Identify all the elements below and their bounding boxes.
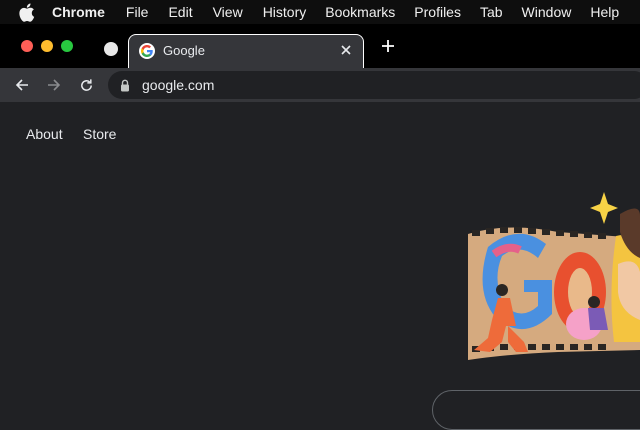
store-link[interactable]: Store [83, 126, 116, 142]
pinned-tab[interactable] [104, 42, 118, 56]
google-homepage: About Store [0, 102, 640, 430]
menu-history[interactable]: History [263, 4, 307, 20]
new-tab-plus-icon[interactable] [378, 36, 398, 56]
back-arrow-icon[interactable] [12, 75, 32, 95]
tab-google[interactable]: Google [128, 34, 364, 68]
search-box[interactable] [432, 390, 640, 430]
menu-file[interactable]: File [126, 4, 149, 20]
menu-view[interactable]: View [213, 4, 243, 20]
url-text[interactable]: google.com [142, 77, 214, 93]
tab-strip: Google [0, 24, 640, 68]
lock-icon[interactable] [120, 79, 130, 92]
reload-icon[interactable] [76, 75, 96, 95]
google-favicon-icon [139, 43, 155, 59]
menu-tab[interactable]: Tab [480, 4, 503, 20]
google-doodle-image[interactable] [468, 192, 640, 360]
macos-menu-bar: Chrome File Edit View History Bookmarks … [0, 0, 640, 24]
menu-window[interactable]: Window [522, 4, 572, 20]
menu-chrome[interactable]: Chrome [52, 4, 105, 20]
close-window-button[interactable] [21, 40, 33, 52]
tab-title: Google [163, 43, 205, 58]
menu-help[interactable]: Help [590, 4, 619, 20]
menu-edit[interactable]: Edit [168, 4, 192, 20]
menu-bookmarks[interactable]: Bookmarks [325, 4, 395, 20]
zoom-window-button[interactable] [61, 40, 73, 52]
menu-profiles[interactable]: Profiles [414, 4, 461, 20]
minimize-window-button[interactable] [41, 40, 53, 52]
address-bar[interactable]: google.com [108, 71, 640, 99]
forward-arrow-icon[interactable] [44, 75, 64, 95]
apple-icon[interactable] [18, 2, 35, 22]
close-tab-icon[interactable] [337, 41, 355, 59]
browser-toolbar: google.com [0, 68, 640, 102]
about-link[interactable]: About [26, 126, 63, 142]
